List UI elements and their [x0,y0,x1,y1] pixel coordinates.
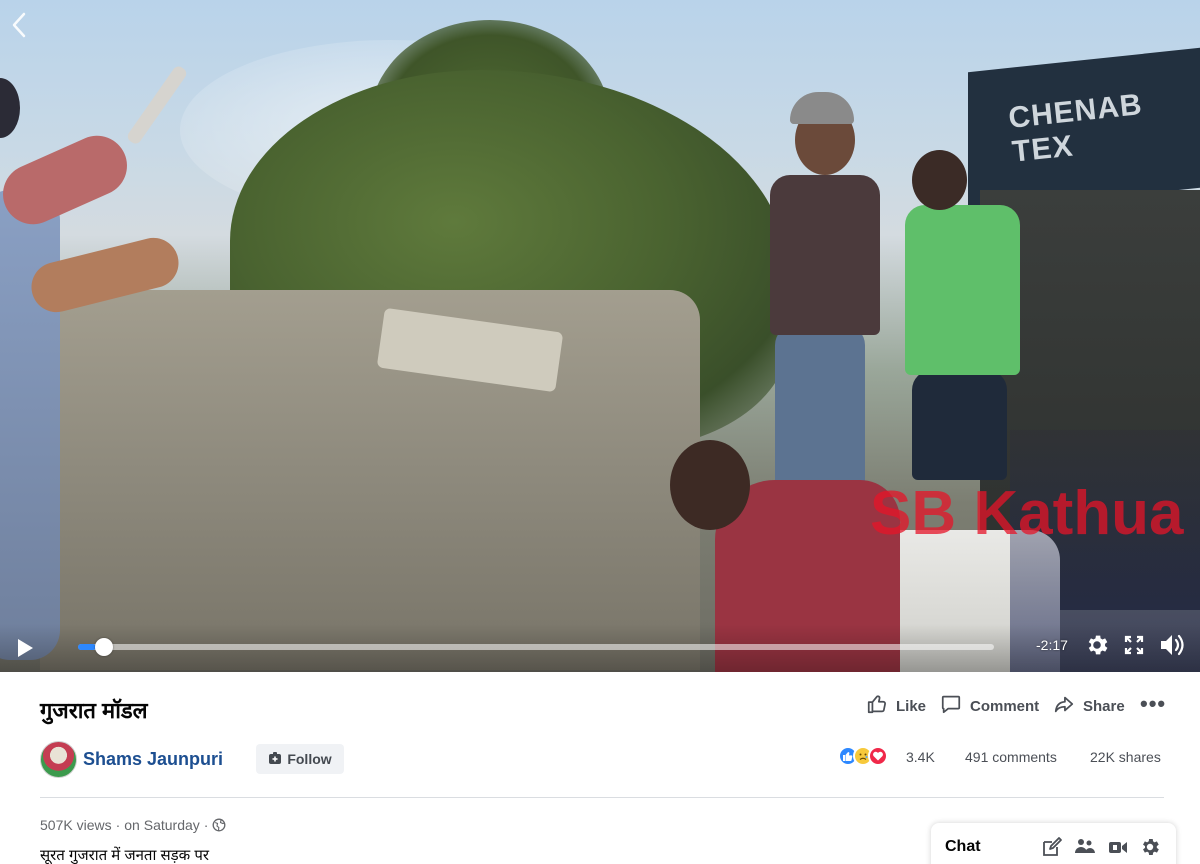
globe-icon [212,818,226,832]
group-icon[interactable] [1074,836,1096,858]
reactions-count[interactable]: 3.4K [906,749,935,765]
more-dots-icon: ••• [1140,691,1167,716]
video-frame-person [770,175,880,335]
like-label: Like [896,697,927,715]
gear-icon[interactable] [1139,836,1161,858]
comment-icon [940,693,962,719]
video-frame-person [775,325,865,505]
like-button[interactable]: Like [866,694,926,718]
video-frame-person [912,370,1007,480]
progress-handle[interactable] [95,638,114,656]
video-frame-person [670,440,750,530]
comment-label: Comment [970,697,1040,715]
follow-icon [268,751,282,768]
follow-label: Follow [287,751,332,767]
page: CHENAB TEX SB Kathua -2:17 गुजरात मॉडल L… [0,0,1200,864]
divider [40,797,1164,798]
video-watermark: SB Kathua [870,479,1184,548]
share-button[interactable]: Share [1053,694,1125,718]
video-call-icon[interactable] [1107,836,1129,858]
views-count: 507K views [40,817,112,833]
chat-panel[interactable]: Chat [931,823,1176,864]
chat-label[interactable]: Chat [945,838,981,856]
reactions-summary[interactable] [838,746,888,766]
fullscreen-icon[interactable] [1124,634,1144,656]
post-description: सूरत गुजरात में जनता सड़क पर [40,847,210,864]
comment-button[interactable]: Comment [940,694,1039,718]
video-frame-person [790,92,854,124]
post-meta: 507K views · on Saturday · [40,817,226,833]
more-options-button[interactable]: ••• [1140,691,1167,716]
author-name[interactable]: Shams Jaunpuri [83,749,223,770]
video-frame-person [912,150,967,210]
thumbs-up-icon [866,693,888,719]
avatar[interactable] [40,741,77,778]
video-frame-person [0,78,20,138]
volume-icon[interactable] [1158,632,1186,658]
post-time[interactable]: on Saturday [124,817,200,833]
share-icon [1053,693,1075,719]
video-frame-blade [125,64,189,146]
progress-fill [78,644,97,650]
video-frame-person [0,190,60,660]
chevron-left-icon[interactable] [8,10,32,40]
post-title: गुजरात मॉडल [40,698,148,723]
video-frame-vehicle [40,290,700,670]
compose-icon[interactable] [1041,836,1063,858]
meta-separator: · [115,817,121,833]
follow-button[interactable]: Follow [256,744,344,774]
video-frame-person [905,205,1020,375]
time-remaining: -2:17 [1036,637,1068,653]
gear-icon[interactable] [1084,632,1110,658]
comments-count[interactable]: 491 comments [965,749,1057,765]
meta-separator: · [203,817,209,833]
video-player[interactable]: CHENAB TEX SB Kathua -2:17 [0,0,1200,672]
play-icon[interactable] [14,636,36,660]
video-controls: -2:17 [0,624,1200,672]
progress-bar[interactable] [78,638,994,656]
shares-count[interactable]: 22K shares [1090,749,1161,765]
video-frame-person [0,126,137,234]
love-icon [868,746,888,766]
share-label: Share [1083,697,1125,715]
